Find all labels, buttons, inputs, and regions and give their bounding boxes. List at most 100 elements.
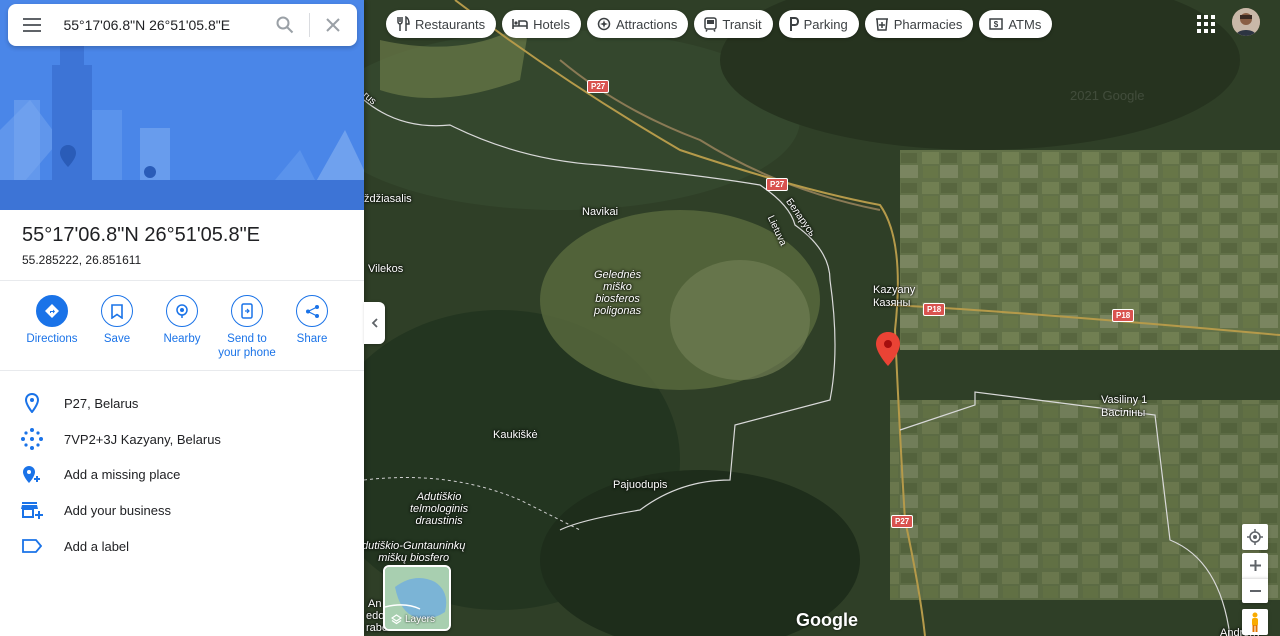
map-label-vasiliny-cyrillic: Васіліны: [1101, 407, 1146, 419]
divider: [0, 280, 364, 281]
google-logo: Google: [796, 610, 858, 630]
attraction-icon: [597, 17, 611, 31]
map-label-adutiskio-reserve: Adutiškio telmologinis draustinis: [410, 491, 469, 527]
chip-restaurants-label: Restaurants: [415, 16, 486, 32]
atm-icon: $: [989, 18, 1004, 30]
menu-button[interactable]: [8, 4, 55, 46]
map-label-vilekos: Vilekos: [368, 263, 404, 275]
search-icon: [276, 16, 294, 34]
layers-toggle[interactable]: Layers: [383, 565, 451, 631]
place-title: 55°17'06.8"N 26°51'05.8"E: [22, 224, 261, 246]
road-shield-p27-mid: P27: [766, 178, 789, 191]
chip-transit[interactable]: Transit: [694, 10, 773, 38]
nearby-label: Nearby: [163, 333, 201, 345]
chip-hotels[interactable]: Hotels: [502, 10, 581, 38]
close-icon: [326, 18, 340, 32]
map-label-dziasalis: ždžiasalis: [364, 193, 412, 205]
save-button[interactable]: Save: [85, 295, 149, 346]
location-pin-icon: [25, 393, 39, 413]
map-label-kazyany: Kazyany: [873, 284, 916, 296]
collapse-panel-button[interactable]: [364, 302, 385, 344]
road-shield-p27-south: P27: [891, 515, 914, 528]
place-decimal-coords: 55.285222, 26.851611: [22, 253, 142, 267]
send-to-phone-label: Send to your phone: [218, 333, 276, 359]
chip-atms-label: ATMs: [1008, 16, 1042, 32]
pegman-icon: [1252, 612, 1258, 632]
chip-hotels-label: Hotels: [533, 16, 570, 32]
chip-pharmacies[interactable]: Pharmacies: [864, 10, 974, 38]
chip-attractions[interactable]: Attractions: [586, 10, 689, 38]
layers-label-wrap: Layers: [391, 614, 435, 625]
parking-icon: [789, 17, 799, 31]
nearby-icon: [176, 304, 188, 318]
address-text: P27, Belarus: [64, 395, 139, 411]
label-icon: [22, 539, 42, 553]
bookmark-icon: [111, 303, 123, 319]
directions-button[interactable]: Directions: [20, 295, 84, 346]
add-label-text: Add a label: [64, 538, 130, 554]
hamburger-icon: [22, 18, 41, 32]
search-input[interactable]: [63, 17, 262, 33]
add-missing-place-text: Add a missing place: [64, 466, 181, 482]
directions-label: Directions: [26, 333, 78, 345]
divider: [0, 370, 364, 371]
send-to-phone-button[interactable]: Send to your phone: [215, 295, 279, 360]
add-business-icon: [21, 502, 43, 519]
street-view-pegman[interactable]: [1242, 609, 1268, 635]
transit-icon: [704, 16, 718, 32]
map-watermark: 2021 Google: [1070, 88, 1144, 103]
account-avatar[interactable]: [1232, 8, 1260, 36]
pharmacy-icon: [875, 18, 888, 31]
plus-code-icon: [21, 428, 43, 450]
google-apps-button[interactable]: [1194, 12, 1218, 36]
zoom-out-button[interactable]: [1242, 578, 1268, 603]
chip-parking-label: Parking: [803, 16, 848, 32]
info-row-add-business[interactable]: Add your business: [0, 492, 364, 528]
user-avatar-icon: [1232, 8, 1260, 36]
road-shield-p27-north: P27: [587, 80, 610, 93]
location-marker-icon[interactable]: [876, 332, 900, 366]
zoom-in-button[interactable]: [1242, 553, 1268, 578]
svg-text:$: $: [994, 20, 999, 29]
map-label-vasiliny: Vasiliny 1: [1101, 394, 1148, 406]
share-button[interactable]: Share: [280, 295, 344, 346]
road-shield-p18-east: P18: [1112, 309, 1135, 322]
info-row-add-missing-place[interactable]: Add a missing place: [0, 456, 364, 492]
restaurant-icon: [397, 16, 410, 31]
map-label-edo: edo: [366, 610, 385, 622]
add-place-icon: [23, 466, 40, 483]
hotel-icon: [512, 19, 528, 29]
map-label-kazyany-cyrillic: Казяны: [873, 297, 911, 309]
road-shield-p18-west: P18: [923, 303, 946, 316]
chip-attractions-label: Attractions: [615, 16, 678, 32]
add-business-text: Add your business: [64, 502, 171, 518]
map-label-pajuodupis: Pajuodupis: [613, 479, 668, 491]
maps-app: 2021 Google P27 P27 P18 P18 P27 Беларусь…: [0, 0, 1280, 636]
plus-code-text: 7VP2+3J Kazyany, Belarus: [64, 431, 221, 447]
search-box: [8, 4, 357, 46]
info-row-plus-code[interactable]: 7VP2+3J Kazyany, Belarus: [0, 421, 364, 457]
map-label-kaukiske: Kaukiškė: [493, 429, 538, 441]
phone-icon: [241, 303, 253, 319]
nearby-button[interactable]: Nearby: [150, 295, 214, 346]
map-label-geledne-reserve: Gelednės miško biosferos poligonas: [594, 269, 642, 317]
info-row-add-label[interactable]: Add a label: [0, 528, 364, 564]
layers-label: Layers: [405, 614, 436, 625]
my-location-button[interactable]: [1242, 524, 1268, 550]
chip-parking[interactable]: Parking: [778, 10, 859, 38]
directions-icon: [45, 304, 59, 318]
clear-search-button[interactable]: [310, 4, 357, 46]
chip-pharmacies-label: Pharmacies: [893, 16, 963, 32]
chip-atms[interactable]: $ ATMs: [979, 10, 1053, 38]
search-button[interactable]: [261, 4, 308, 46]
plus-icon: [1249, 560, 1261, 571]
apps-grid-icon: [1197, 15, 1215, 33]
chevron-left-icon: [371, 318, 378, 328]
map-label-guntauninku-reserve: dutiškio-Guntauninkų miškų biosfero: [362, 540, 466, 564]
info-row-address[interactable]: P27, Belarus: [0, 385, 364, 421]
chip-transit-label: Transit: [722, 16, 762, 32]
chip-restaurants[interactable]: Restaurants: [386, 10, 497, 38]
category-chips: Restaurants Hotels Attractions Transit P…: [386, 10, 1053, 38]
minus-icon: [1249, 590, 1261, 592]
map-label-navikai: Navikai: [582, 206, 619, 218]
